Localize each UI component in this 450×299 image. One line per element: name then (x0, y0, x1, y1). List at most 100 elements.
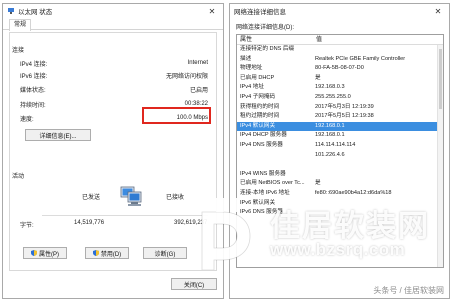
row-value: 是 (315, 74, 321, 81)
diagnose-button[interactable]: 诊断(G) (143, 247, 187, 259)
close-button[interactable]: 关闭(C) (171, 278, 217, 290)
row-property: IPv4 DNS 服务器 (240, 141, 283, 148)
row-value: Realtek PCIe GBE Family Controller (315, 55, 406, 62)
received-label: 已接收 (166, 195, 185, 201)
row-value: 114.114.114.114 (315, 141, 356, 148)
row-value: Internet (187, 60, 208, 66)
row-value (313, 160, 443, 170)
speed-highlight-box (142, 107, 211, 124)
details-row[interactable]: 连接-本地 IPv6 地址 fe80::690ae90b4a12:d6da%18 (237, 189, 443, 199)
network-adapter-icon (7, 7, 15, 15)
ipv6-connectivity-row: IPv6 连接: 无网络访问权限 (20, 70, 208, 80)
row-value: 已启用 (189, 87, 208, 94)
row-property: 描述 (240, 55, 252, 62)
details-button[interactable]: 详细信息(E)... (25, 129, 91, 141)
row-property: 连接-本地 IPv6 地址 (240, 189, 290, 196)
connection-section-label: 连接 (12, 48, 25, 54)
network-activity-icon (120, 186, 142, 206)
close-icon[interactable]: ✕ (205, 6, 219, 16)
details-row[interactable]: IPv4 DNS 服务器 114.114.114.114 (237, 141, 443, 151)
row-value: 无网络访问权限 (165, 73, 208, 80)
details-window-title: 网络连接详细信息 (234, 9, 286, 16)
row-value: fe80::690ae90b4a12:d6da%18 (315, 189, 392, 196)
row-value: 2017年5月5日 12:19:38 (315, 113, 374, 120)
row-property (237, 160, 313, 170)
row-property: IPv4 WINS 服务器 (240, 170, 286, 177)
general-panel: 连接 IPv4 连接: Internet IPv6 连接: 无网络访问权限 媒体… (9, 32, 217, 271)
row-label: 媒体状态: (20, 87, 46, 94)
row-property: 物理地址 (240, 65, 263, 72)
details-row[interactable]: 租约过期的时间 2017年5月5日 12:19:38 (237, 112, 443, 122)
status-window-titlebar: 以太网 状态 ✕ (3, 4, 223, 18)
row-property: IPv4 地址 (240, 84, 264, 91)
details-row[interactable]: IPv4 DHCP 服务器 192.168.0.1 (237, 131, 443, 141)
column-header-value[interactable]: 值 (313, 35, 443, 44)
status-tab-strip: 常规 (3, 18, 223, 31)
row-value: 101.226.4.6 (315, 151, 345, 158)
uac-shield-icon (31, 250, 37, 256)
bytes-sent-value: 14,519,776 (74, 220, 105, 226)
details-window-titlebar: 网络连接详细信息 ✕ (230, 4, 449, 18)
row-property: IPv4 DHCP 服务器 (240, 132, 287, 139)
row-value (313, 208, 443, 218)
activity-divider (42, 215, 208, 216)
details-row[interactable]: 已启用 DHCP 是 (237, 74, 443, 84)
row-property: 连接特定的 DNS 后缀 (240, 46, 295, 52)
row-property: 已启用 DHCP (240, 74, 275, 81)
row-property: IPv4 默认网关 (240, 122, 276, 129)
properties-label: 属性(P) (39, 251, 59, 258)
row-value (313, 199, 443, 209)
activity-section-label: 活动 (12, 174, 25, 180)
row-label: 持续时间: (20, 102, 46, 109)
row-property: 租约过期的时间 (240, 113, 280, 120)
network-details-window: 网络连接详细信息 ✕ 网络连接详细信息(D): 属性 值 连接特定的 DNS 后… (229, 3, 450, 299)
details-row[interactable]: 101.226.4.6 (237, 151, 443, 161)
row-property: IPv6 默认网关 (240, 199, 276, 206)
row-value: 192.168.0.1 (315, 132, 345, 139)
details-row[interactable]: IPv4 地址 192.168.0.3 (237, 83, 443, 93)
details-list[interactable]: 属性 值 连接特定的 DNS 后缀 描述 Realtek PCIe GBE Fami… (236, 34, 444, 268)
ethernet-status-window: 以太网 状态 ✕ 常规 连接 IPv4 连接: Internet IPv6 连接… (2, 3, 224, 299)
details-row[interactable]: 已启用 NetBIOS over Tc... 是 (237, 179, 443, 189)
status-window-title: 以太网 状态 (18, 9, 53, 16)
uac-shield-icon (92, 250, 99, 256)
row-value: 192.168.0.1 (315, 122, 345, 129)
sent-label: 已发送 (82, 195, 101, 201)
row-value: 2017年5月3日 12:19:39 (315, 103, 374, 110)
row-label: 速度: (20, 116, 34, 123)
bytes-label: 字节: (20, 223, 34, 229)
details-list-header: 属性 值 (237, 35, 443, 45)
column-header-property[interactable]: 属性 (237, 35, 313, 44)
tab-general[interactable]: 常规 (9, 19, 32, 31)
scrollbar-thumb[interactable] (439, 49, 442, 109)
properties-button[interactable]: 属性(P) (23, 247, 67, 259)
disable-button[interactable]: 禁用(D) (85, 247, 129, 259)
details-row[interactable]: IPv6 DNS 服务器 (237, 208, 443, 218)
details-row[interactable]: IPv4 WINS 服务器 (237, 170, 443, 180)
row-label: IPv6 连接: (20, 73, 48, 80)
details-row[interactable]: IPv6 默认网关 (237, 199, 443, 209)
details-row[interactable]: 获得租约的时间 2017年5月3日 12:19:39 (237, 103, 443, 113)
disable-label: 禁用(D) (100, 251, 122, 258)
details-row[interactable]: IPv4 默认网关 192.168.0.1 (237, 121, 443, 132)
details-caption: 网络连接详细信息(D): (236, 25, 294, 31)
details-row[interactable] (237, 160, 443, 170)
row-value: 是 (315, 180, 321, 187)
row-value: 192.168.0.3 (315, 84, 345, 91)
close-icon[interactable]: ✕ (431, 6, 445, 16)
row-property (237, 151, 313, 161)
row-property: 获得租约的时间 (240, 103, 280, 110)
media-state-row: 媒体状态: 已启用 (20, 84, 208, 94)
details-row[interactable]: IPv4 子网掩码 255.255.255.0 (237, 93, 443, 103)
vertical-scrollbar[interactable] (437, 45, 443, 267)
details-row[interactable]: 连接特定的 DNS 后缀 (237, 45, 443, 55)
details-row[interactable]: 描述 Realtek PCIe GBE Family Controller (237, 55, 443, 65)
row-value: 80-FA-5B-08-07-D0 (315, 65, 364, 72)
row-value (313, 170, 443, 180)
row-property: IPv4 子网掩码 (240, 93, 276, 100)
details-row[interactable]: 物理地址 80-FA-5B-08-07-D0 (237, 64, 443, 74)
row-value (313, 45, 443, 55)
row-property: IPv6 DNS 服务器 (240, 209, 283, 216)
row-value: 255.255.255.0 (315, 93, 351, 100)
row-label: IPv4 连接: (20, 61, 48, 68)
